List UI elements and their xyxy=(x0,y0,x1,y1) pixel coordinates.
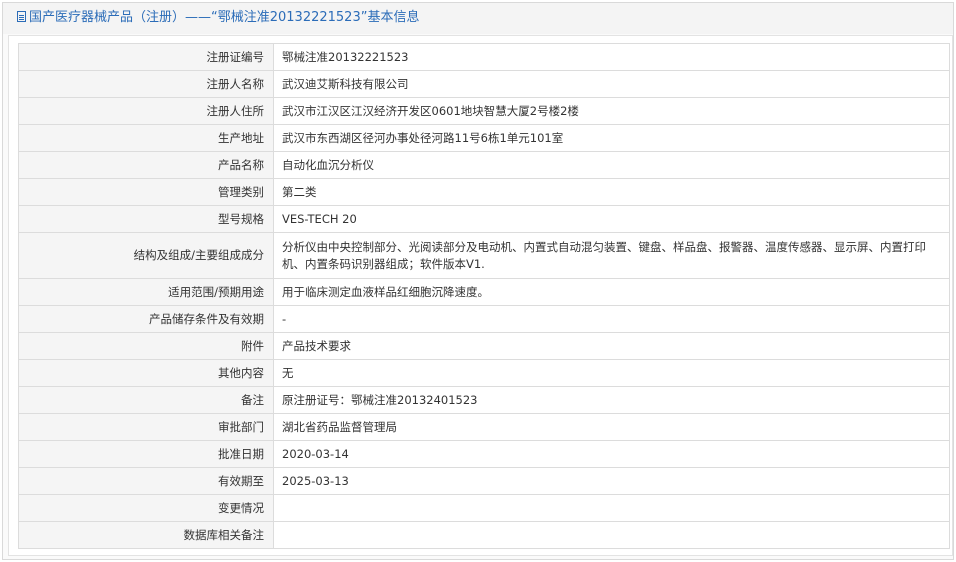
row-value: 原注册证号：鄂械注准20132401523 xyxy=(273,386,950,414)
table-row: 产品名称 自动化血沉分析仪 xyxy=(18,151,950,179)
table-row: 注册人住所 武汉市江汉区江汉经济开发区0601地块智慧大厦2号楼2楼 xyxy=(18,97,950,125)
row-value: 自动化血沉分析仪 xyxy=(273,151,950,179)
table-row: 生产地址 武汉市东西湖区径河办事处径河路11号6栋1单元101室 xyxy=(18,124,950,152)
row-value: 武汉市东西湖区径河办事处径河路11号6栋1单元101室 xyxy=(273,124,950,152)
document-icon xyxy=(17,11,26,22)
table-row: 附件 产品技术要求 xyxy=(18,332,950,360)
table-row: 批准日期 2020-03-14 xyxy=(18,440,950,468)
row-value: 分析仪由中央控制部分、光阅读部分及电动机、内置式自动混匀装置、键盘、样品盘、报警… xyxy=(273,232,950,279)
row-value xyxy=(273,521,950,549)
row-label: 注册人名称 xyxy=(18,70,274,98)
row-value: 鄂械注准20132221523 xyxy=(273,43,950,71)
row-value: 武汉迪艾斯科技有限公司 xyxy=(273,70,950,98)
table-row: 变更情况 xyxy=(18,494,950,522)
table-row: 审批部门 湖北省药品监督管理局 xyxy=(18,413,950,441)
row-value xyxy=(273,494,950,522)
detail-window: 国产医疗器械产品（注册）——“鄂械注准20132221523”基本信息 注册证编… xyxy=(2,2,954,560)
row-label: 其他内容 xyxy=(18,359,274,387)
info-table: 注册证编号 鄂械注准20132221523 注册人名称 武汉迪艾斯科技有限公司 … xyxy=(18,43,950,549)
table-row: 注册证编号 鄂械注准20132221523 xyxy=(18,43,950,71)
page-title: 国产医疗器械产品（注册）——“鄂械注准20132221523”基本信息 xyxy=(29,10,420,25)
row-label: 生产地址 xyxy=(18,124,274,152)
row-label: 结构及组成/主要组成成分 xyxy=(18,232,274,279)
row-value: 2025-03-13 xyxy=(273,467,950,495)
row-label: 注册人住所 xyxy=(18,97,274,125)
row-label: 管理类别 xyxy=(18,178,274,206)
row-value: - xyxy=(273,305,950,333)
info-panel: 注册证编号 鄂械注准20132221523 注册人名称 武汉迪艾斯科技有限公司 … xyxy=(8,35,953,556)
row-label: 附件 xyxy=(18,332,274,360)
row-value: 湖北省药品监督管理局 xyxy=(273,413,950,441)
table-row: 数据库相关备注 xyxy=(18,521,950,549)
row-label: 数据库相关备注 xyxy=(18,521,274,549)
row-value: 产品技术要求 xyxy=(273,332,950,360)
row-value: 武汉市江汉区江汉经济开发区0601地块智慧大厦2号楼2楼 xyxy=(273,97,950,125)
row-label: 备注 xyxy=(18,386,274,414)
table-row: 其他内容 无 xyxy=(18,359,950,387)
row-value: 第二类 xyxy=(273,178,950,206)
row-label: 注册证编号 xyxy=(18,43,274,71)
row-label: 批准日期 xyxy=(18,440,274,468)
table-row: 管理类别 第二类 xyxy=(18,178,950,206)
table-row: 有效期至 2025-03-13 xyxy=(18,467,950,495)
row-value: VES-TECH 20 xyxy=(273,205,950,233)
row-label: 产品名称 xyxy=(18,151,274,179)
table-row: 产品储存条件及有效期 - xyxy=(18,305,950,333)
table-row: 适用范围/预期用途 用于临床测定血液样品红细胞沉降速度。 xyxy=(18,278,950,306)
row-label: 产品储存条件及有效期 xyxy=(18,305,274,333)
row-label: 变更情况 xyxy=(18,494,274,522)
table-row: 型号规格 VES-TECH 20 xyxy=(18,205,950,233)
row-value: 用于临床测定血液样品红细胞沉降速度。 xyxy=(273,278,950,306)
row-label: 适用范围/预期用途 xyxy=(18,278,274,306)
row-label: 型号规格 xyxy=(18,205,274,233)
row-label: 审批部门 xyxy=(18,413,274,441)
table-row: 注册人名称 武汉迪艾斯科技有限公司 xyxy=(18,70,950,98)
row-value: 2020-03-14 xyxy=(273,440,950,468)
table-row: 备注 原注册证号：鄂械注准20132401523 xyxy=(18,386,950,414)
row-value: 无 xyxy=(273,359,950,387)
table-row: 结构及组成/主要组成成分 分析仪由中央控制部分、光阅读部分及电动机、内置式自动混… xyxy=(18,232,950,279)
row-label: 有效期至 xyxy=(18,467,274,495)
title-bar: 国产医疗器械产品（注册）——“鄂械注准20132221523”基本信息 xyxy=(3,3,953,34)
